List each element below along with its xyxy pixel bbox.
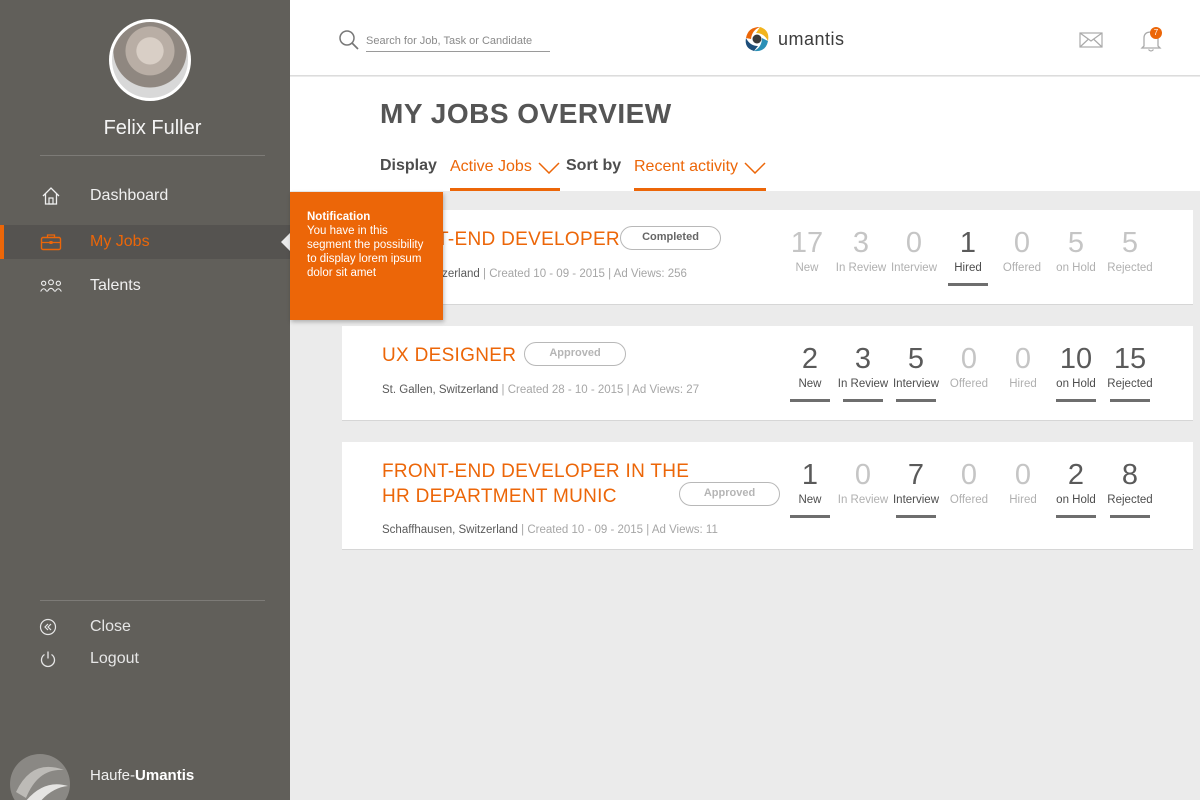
stat-rejected[interactable]: 8 Rejected [1106, 458, 1154, 518]
page-header: MY JOBS OVERVIEW Display Active Jobs Sor… [290, 77, 1200, 191]
stat-rejected[interactable]: 5 Rejected [1106, 226, 1154, 276]
sidebar-divider [40, 155, 265, 156]
stat-underline [843, 399, 883, 402]
top-header: umantis 7 [290, 0, 1200, 76]
job-card[interactable]: UX DESIGNER Approved St. Gallen, Switzer… [342, 326, 1193, 421]
stat-on-hold[interactable]: 5 on Hold [1052, 226, 1100, 276]
job-meta: Schaffhausen, Switzerland | Created 10 -… [382, 524, 718, 536]
chevron-down-icon [538, 162, 560, 174]
status-badge: Completed [620, 226, 721, 250]
stat-offered[interactable]: 0 Offered [945, 342, 993, 392]
stat-underline [948, 283, 988, 286]
stat-on-hold[interactable]: 2 on Hold [1052, 458, 1100, 518]
user-name: Felix Fuller [103, 117, 202, 139]
stat-new[interactable]: 1 New [786, 458, 834, 518]
haufe-logo-icon [8, 752, 72, 800]
stat-new[interactable]: 17 New [783, 226, 831, 276]
umantis-logo-icon [745, 27, 769, 52]
logout-label: Logout [90, 650, 139, 667]
stat-underline [896, 515, 936, 518]
stat-interview[interactable]: 7 Interview [892, 458, 940, 518]
briefcase-icon [40, 231, 62, 253]
tooltip-title: Notification [307, 211, 371, 223]
sidebar-item-label: Talents [90, 277, 141, 294]
job-card[interactable]: FRONT-END DEVELOPER IN THE HR DEPARTMENT… [342, 442, 1193, 550]
page-title: MY JOBS OVERVIEW [380, 98, 672, 129]
sidebar: Felix Fuller Dashboard My Jobs Talents C… [0, 0, 290, 800]
status-badge: Approved [679, 482, 780, 506]
job-title-line: FRONT-END DEVELOPER IN THE [382, 461, 690, 482]
stat-offered[interactable]: 0 Offered [945, 458, 993, 508]
avatar[interactable] [109, 19, 191, 101]
stat-underline [790, 515, 830, 518]
stat-underline [896, 399, 936, 402]
stat-interview[interactable]: 5 Interview [892, 342, 940, 402]
brand-name: Haufe-Umantis [90, 767, 195, 784]
home-icon [40, 185, 62, 207]
sidebar-divider [40, 600, 265, 601]
notification-badge: 7 [1150, 27, 1162, 39]
stat-offered[interactable]: 0 Offered [998, 226, 1046, 276]
sort-value: Recent activity [634, 158, 739, 175]
sidebar-item-dashboard[interactable]: Dashboard [0, 179, 290, 213]
stat-rejected[interactable]: 15 Rejected [1106, 342, 1154, 402]
tooltip-body: You have in this segment the possibility… [307, 225, 424, 279]
sidebar-item-my-jobs[interactable]: My Jobs [0, 225, 290, 259]
double-chevron-left-icon [39, 618, 57, 636]
mail-icon[interactable] [1079, 31, 1103, 49]
stat-in-review[interactable]: 3 In Review [838, 342, 888, 402]
search-icon[interactable] [338, 29, 360, 51]
chevron-down-icon [744, 162, 766, 174]
job-card[interactable]: FRONT-END DEVELOPER Completed Zurich, Sw… [342, 210, 1193, 305]
job-meta: St. Gallen, Switzerland | Created 28 - 1… [382, 384, 700, 396]
power-icon [39, 650, 57, 668]
display-value: Active Jobs [450, 158, 532, 175]
job-title[interactable]: FRONT-END DEVELOPER IN THE HR DEPARTMENT… [382, 459, 689, 509]
notification-tooltip[interactable]: Notification You have in this segment th… [290, 192, 443, 320]
people-icon [40, 275, 62, 297]
stat-underline [1056, 515, 1096, 518]
stat-new[interactable]: 2 New [786, 342, 834, 402]
logo-text: umantis [778, 28, 845, 49]
stat-underline [1056, 399, 1096, 402]
sort-label: Sort by [566, 157, 622, 174]
stat-hired[interactable]: 0 Hired [999, 342, 1047, 392]
stat-underline [1110, 515, 1150, 518]
sort-select[interactable]: Recent activity [634, 155, 767, 191]
stat-hired[interactable]: 1 Hired [944, 226, 992, 286]
job-title[interactable]: UX DESIGNER [382, 343, 516, 368]
close-label: Close [90, 618, 131, 635]
stat-underline [790, 399, 830, 402]
close-button[interactable]: Close [0, 614, 290, 640]
stat-hired[interactable]: 0 Hired [999, 458, 1047, 508]
sidebar-item-talents[interactable]: Talents [0, 269, 290, 303]
sidebar-item-label: Dashboard [90, 187, 169, 204]
display-select[interactable]: Active Jobs [450, 155, 560, 191]
umantis-logo[interactable]: umantis [742, 24, 845, 54]
status-badge: Approved [524, 342, 626, 366]
stat-interview[interactable]: 0 Interview [890, 226, 938, 276]
stat-in-review[interactable]: 0 In Review [838, 458, 889, 508]
logout-button[interactable]: Logout [0, 646, 290, 672]
stat-in-review[interactable]: 3 In Review [836, 226, 887, 276]
stat-underline [1110, 399, 1150, 402]
display-label: Display [380, 157, 437, 174]
stat-on-hold[interactable]: 10 on Hold [1052, 342, 1100, 402]
job-title-line: HR DEPARTMENT MUNIC [382, 486, 617, 507]
search-input[interactable] [366, 30, 550, 52]
sidebar-item-label: My Jobs [90, 233, 150, 250]
